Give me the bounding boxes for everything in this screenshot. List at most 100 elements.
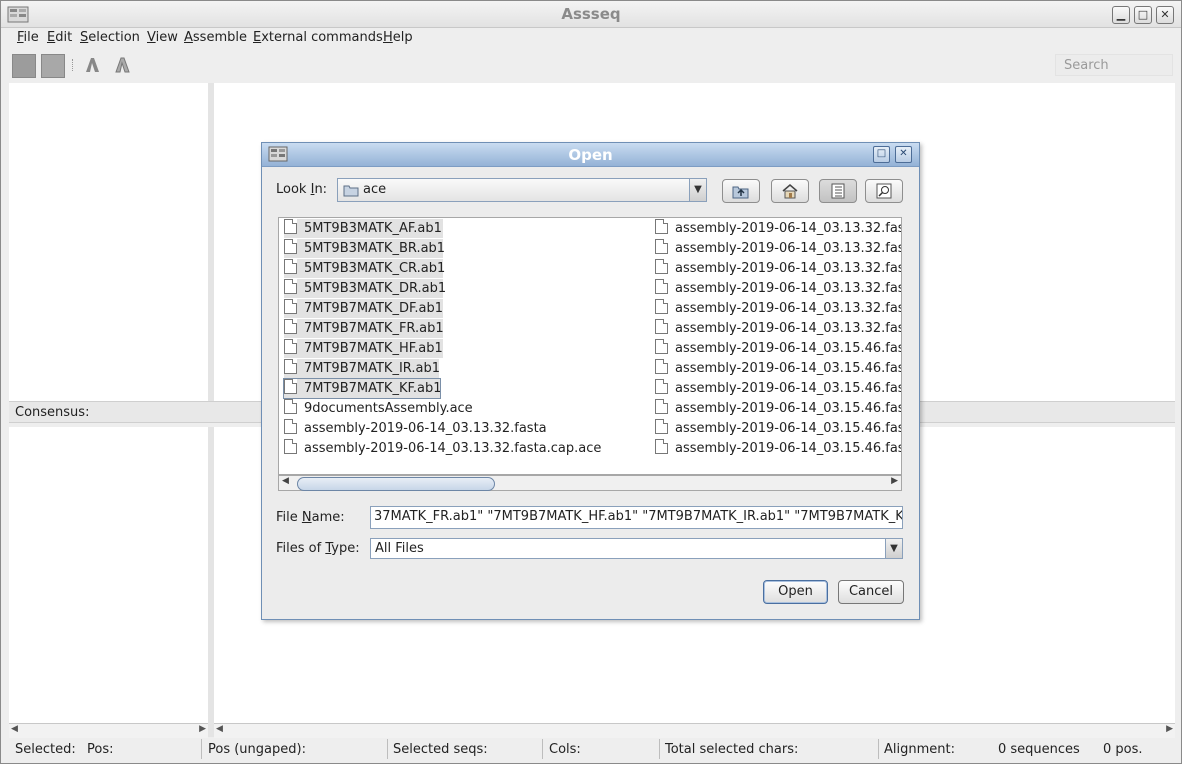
list-item[interactable]: assembly-2019-06-14_03.13.32.fasta: [655, 299, 901, 318]
up-folder-icon: [732, 186, 749, 199]
file-icon: [284, 439, 297, 454]
list-item[interactable]: 5MT9B3MATK_DR.ab1: [284, 279, 446, 298]
status-cols: Cols:: [549, 742, 581, 757]
list-item[interactable]: assembly-2019-06-14_03.13.32.fasta: [655, 259, 901, 278]
minimize-icon[interactable]: ▁: [1112, 6, 1130, 24]
menu-bar: File Edit Selection View Assemble Extern…: [9, 28, 1175, 48]
files-of-type-combo[interactable]: All Files ▼: [370, 538, 903, 559]
list-item[interactable]: assembly-2019-06-14_03.13.32.fasta: [655, 279, 901, 298]
status-sequences-count: 0 sequences: [998, 742, 1080, 757]
file-name-input[interactable]: 37MATK_FR.ab1" "7MT9B7MATK_HF.ab1" "7MT9…: [370, 506, 903, 529]
up-folder-button[interactable]: [722, 179, 760, 203]
file-icon: [655, 319, 668, 334]
list-item[interactable]: assembly-2019-06-14_03.15.46.fasta: [655, 399, 901, 418]
menu-edit[interactable]: Edit: [47, 30, 72, 45]
list-item[interactable]: assembly-2019-06-14_03.13.32.fasta.cap.a…: [284, 439, 601, 458]
cancel-button[interactable]: Cancel: [838, 580, 904, 604]
status-separator: [542, 739, 543, 759]
list-item[interactable]: 7MT9B7MATK_KF.ab1: [283, 378, 442, 399]
scroll-left-icon[interactable]: ◀: [282, 476, 289, 486]
list-item[interactable]: assembly-2019-06-14_03.13.32.fasta: [655, 219, 901, 238]
list-item[interactable]: 5MT9B3MATK_CR.ab1: [284, 259, 445, 278]
file-icon: [655, 219, 668, 234]
list-item[interactable]: 5MT9B3MATK_BR.ab1: [284, 239, 445, 258]
alignment-view-icon[interactable]: [41, 54, 65, 78]
list-item[interactable]: 9documentsAssembly.ace: [284, 399, 473, 418]
folder-icon: [343, 185, 359, 197]
file-icon: [655, 359, 668, 374]
look-in-value: ace: [363, 182, 387, 197]
list-item[interactable]: assembly-2019-06-14_03.15.46.fasta: [655, 419, 901, 438]
list-item[interactable]: 7MT9B7MATK_FR.ab1: [284, 319, 444, 338]
lower-names-pane[interactable]: [9, 427, 208, 723]
scrollbar-thumb[interactable]: [297, 477, 495, 491]
main-horizontal-scrollbar[interactable]: ◀ ▶: [214, 723, 1175, 738]
list-item[interactable]: assembly-2019-06-14_03.13.32.fasta: [655, 239, 901, 258]
status-pos-count: 0 pos.: [1103, 742, 1143, 757]
search-input[interactable]: Search: [1055, 54, 1173, 76]
list-item[interactable]: assembly-2019-06-14_03.15.46.fasta: [655, 379, 901, 398]
file-icon: [655, 379, 668, 394]
consensus-label: Consensus:: [15, 405, 90, 420]
list-view-button[interactable]: [819, 179, 857, 203]
status-selected-seqs: Selected seqs:: [393, 742, 488, 757]
close-icon[interactable]: ✕: [895, 146, 912, 163]
files-of-type-value: All Files: [375, 541, 424, 556]
file-icon: [655, 439, 668, 454]
status-alignment: Alignment:: [884, 742, 955, 757]
home-button[interactable]: [771, 179, 809, 203]
open-button[interactable]: Open: [763, 580, 828, 604]
maximize-icon[interactable]: □: [1134, 6, 1152, 24]
menu-selection[interactable]: Selection: [80, 30, 140, 45]
status-pos: Pos:: [87, 742, 114, 757]
menu-view[interactable]: View: [147, 30, 178, 45]
open-dialog: Open □ ✕ Look In: ace ▼ 5MT9B3MATK_AF.ab…: [261, 142, 920, 620]
look-in-combo[interactable]: ace ▼: [337, 178, 707, 202]
status-separator: [878, 739, 879, 759]
file-icon: [655, 259, 668, 274]
list-view-icon: [831, 183, 845, 199]
list-item[interactable]: assembly-2019-06-14_03.13.32.fasta: [284, 419, 547, 438]
list-item[interactable]: assembly-2019-06-14_03.15.46.fasta: [655, 439, 901, 458]
list-item[interactable]: 7MT9B7MATK_IR.ab1: [284, 359, 440, 378]
maximize-icon[interactable]: □: [873, 146, 890, 163]
list-item[interactable]: assembly-2019-06-14_03.15.46.fasta: [655, 339, 901, 358]
file-list[interactable]: 5MT9B3MATK_AF.ab1 5MT9B3MATK_BR.ab1 5MT9…: [278, 217, 902, 475]
file-icon: [284, 399, 297, 414]
file-icon: [655, 299, 668, 314]
sequence-view-icon[interactable]: [12, 54, 36, 78]
chevron-down-icon[interactable]: ▼: [689, 179, 706, 201]
list-item[interactable]: assembly-2019-06-14_03.13.32.fasta: [655, 319, 901, 338]
file-icon: [284, 299, 297, 314]
annotate-a-icon[interactable]: [83, 56, 101, 74]
close-icon[interactable]: ✕: [1156, 6, 1174, 24]
scroll-right-icon[interactable]: ▶: [891, 476, 898, 486]
file-icon: [655, 339, 668, 354]
chevron-down-icon[interactable]: ▼: [885, 539, 902, 558]
dialog-title: Open: [568, 146, 613, 164]
file-icon: [284, 279, 297, 294]
file-icon: [284, 319, 297, 334]
left-horizontal-scrollbar[interactable]: ◀ ▶: [9, 723, 208, 738]
status-total-selected-chars: Total selected chars:: [665, 742, 799, 757]
file-icon: [284, 219, 297, 234]
title-bar[interactable]: Assseq ▁ □ ✕: [1, 1, 1181, 28]
list-item[interactable]: 7MT9B7MATK_DF.ab1: [284, 299, 443, 318]
annotate-a-outline-icon[interactable]: [113, 56, 131, 74]
status-separator: [659, 739, 660, 759]
list-item[interactable]: 7MT9B7MATK_HF.ab1: [284, 339, 443, 358]
menu-external-commands[interactable]: External commands: [253, 30, 383, 45]
menu-assemble[interactable]: Assemble: [184, 30, 247, 45]
list-item[interactable]: assembly-2019-06-14_03.15.46.fasta: [655, 359, 901, 378]
look-in-label: Look In:: [276, 182, 328, 197]
list-item[interactable]: 5MT9B3MATK_AF.ab1: [284, 219, 443, 238]
status-selected: Selected:: [15, 742, 76, 757]
dialog-title-bar[interactable]: Open □ ✕: [262, 143, 919, 167]
window-title: Assseq: [561, 5, 621, 23]
menu-file[interactable]: File: [17, 30, 39, 45]
file-list-horizontal-scrollbar[interactable]: ◀ ▶: [278, 475, 902, 491]
sequence-names-pane[interactable]: [9, 83, 208, 401]
file-icon: [284, 259, 297, 274]
menu-help[interactable]: Help: [383, 30, 413, 45]
details-view-button[interactable]: [865, 179, 903, 203]
